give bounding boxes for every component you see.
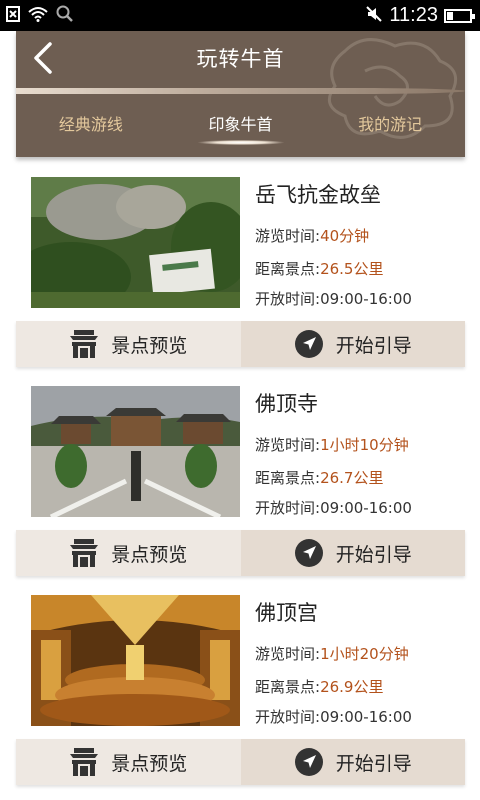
spot-photo-temple[interactable]	[31, 386, 240, 517]
navigation-arrow-icon	[294, 330, 323, 358]
distance-label: 距离景点:	[255, 678, 321, 696]
tour-time-value: 1小时20分钟	[320, 645, 409, 663]
open-time-value: 09:00-16:00	[320, 708, 412, 726]
pavilion-icon	[70, 748, 99, 776]
search-icon	[56, 5, 74, 27]
tab-bar: 经典游线 印象牛首 我的游记	[16, 97, 465, 157]
start-guide-button[interactable]: 开始引导	[240, 321, 465, 367]
mute-icon	[365, 5, 383, 27]
preview-button[interactable]: 景点预览	[16, 530, 241, 576]
navigation-arrow-icon	[294, 748, 323, 776]
tour-time-row: 游览时间:1小时20分钟	[255, 643, 409, 664]
spot-list: 岳飞抗金故垒 游览时间:40分钟 距离景点:26.5公里 开放时间:09:00-…	[16, 157, 465, 785]
open-time-row: 开放时间:09:00-16:00	[255, 706, 412, 727]
tab-impression-label: 印象牛首	[208, 115, 273, 134]
tab-impression[interactable]: 印象牛首	[166, 97, 316, 157]
guide-label: 开始引导	[335, 334, 412, 357]
tour-time-row: 游览时间:1小时10分钟	[255, 434, 409, 455]
wifi-icon	[28, 6, 48, 26]
preview-label: 景点预览	[111, 752, 188, 775]
status-bar: 11:23	[0, 0, 480, 31]
open-time-value: 09:00-16:00	[320, 499, 412, 517]
open-time-label: 开放时间:	[255, 708, 321, 726]
open-time-label: 开放时间:	[255, 499, 321, 517]
sim-off-icon	[6, 5, 20, 26]
guide-label: 开始引导	[335, 752, 412, 775]
spot-actions: 景点预览 开始引导	[16, 321, 465, 367]
page-title: 玩转牛首	[196, 47, 285, 71]
active-tab-indicator	[197, 140, 284, 145]
spot-actions: 景点预览 开始引导	[16, 530, 465, 576]
spot-name: 佛顶宫	[255, 601, 318, 625]
preview-button[interactable]: 景点预览	[16, 739, 241, 785]
spot-name: 岳飞抗金故垒	[255, 183, 381, 207]
distance-value: 26.5公里	[320, 260, 384, 278]
distance-label: 距离景点:	[255, 260, 321, 278]
header-divider	[16, 88, 465, 94]
spot-name: 佛顶寺	[255, 392, 318, 416]
status-time: 11:23	[389, 4, 438, 26]
pavilion-icon	[70, 330, 99, 358]
start-guide-button[interactable]: 开始引导	[240, 739, 465, 785]
distance-value: 26.9公里	[320, 678, 384, 696]
spot-actions: 景点预览 开始引导	[16, 739, 465, 785]
open-time-label: 开放时间:	[255, 290, 321, 308]
spot-card: 佛顶宫 游览时间:1小时20分钟 距离景点:26.9公里 开放时间:09:00-…	[16, 575, 465, 785]
pavilion-icon	[70, 539, 99, 567]
app-header: 玩转牛首 经典游线 印象牛首 我的游记	[16, 31, 465, 157]
start-guide-button[interactable]: 开始引导	[240, 530, 465, 576]
guide-label: 开始引导	[335, 543, 412, 566]
tour-time-label: 游览时间:	[255, 645, 321, 663]
distance-row: 距离景点:26.7公里	[255, 467, 383, 488]
preview-label: 景点预览	[111, 334, 188, 357]
preview-button[interactable]: 景点预览	[16, 321, 241, 367]
tour-time-label: 游览时间:	[255, 227, 321, 245]
distance-row: 距离景点:26.9公里	[255, 676, 383, 697]
spot-photo-palace[interactable]	[31, 595, 240, 726]
tour-time-label: 游览时间:	[255, 436, 321, 454]
open-time-row: 开放时间:09:00-16:00	[255, 497, 412, 518]
tour-time-value: 1小时10分钟	[320, 436, 409, 454]
open-time-value: 09:00-16:00	[320, 290, 412, 308]
battery-icon	[444, 8, 475, 23]
tour-time-value: 40分钟	[320, 227, 370, 245]
preview-label: 景点预览	[111, 543, 188, 566]
distance-value: 26.7公里	[320, 469, 384, 487]
tab-my-travelogue[interactable]: 我的游记	[315, 97, 465, 157]
navigation-arrow-icon	[294, 539, 323, 567]
distance-row: 距离景点:26.5公里	[255, 258, 383, 279]
tour-time-row: 游览时间:40分钟	[255, 225, 369, 246]
open-time-row: 开放时间:09:00-16:00	[255, 288, 412, 309]
spot-card: 岳飞抗金故垒 游览时间:40分钟 距离景点:26.5公里 开放时间:09:00-…	[16, 157, 465, 367]
tab-classic-routes[interactable]: 经典游线	[16, 97, 166, 157]
spot-photo-fortress[interactable]	[31, 177, 240, 308]
distance-label: 距离景点:	[255, 469, 321, 487]
spot-card: 佛顶寺 游览时间:1小时10分钟 距离景点:26.7公里 开放时间:09:00-…	[16, 366, 465, 576]
